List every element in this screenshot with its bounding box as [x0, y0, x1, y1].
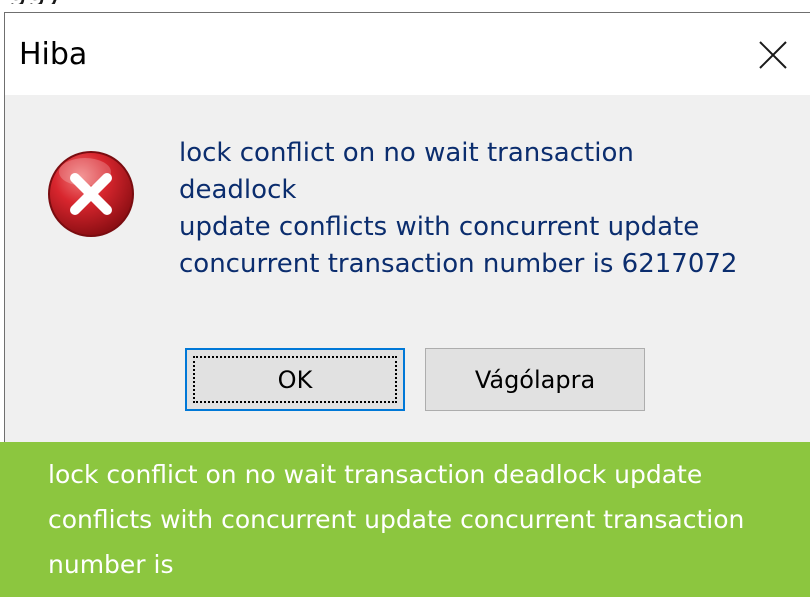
dialog-title: Hiba: [19, 37, 88, 72]
clipped-text-fragment: ggy: [0, 0, 810, 4]
message-line: concurrent transaction number is 6217072: [179, 249, 738, 279]
close-button[interactable]: [749, 31, 797, 79]
copy-button-label: Vágólapra: [474, 365, 596, 394]
error-icon: [48, 151, 134, 237]
error-dialog: Hiba lock conflict on no wait transactio…: [4, 12, 810, 442]
message-line: deadlock: [179, 175, 297, 205]
copy-to-clipboard-button[interactable]: Vágólapra: [425, 348, 645, 411]
banner-text: lock conflict on no wait transaction dea…: [48, 460, 745, 579]
title-bar: Hiba: [5, 13, 810, 95]
message-line: update conflicts with concurrent update: [179, 212, 700, 242]
focus-ring: [193, 356, 397, 403]
message-line: lock conflict on no wait transaction: [179, 138, 634, 168]
close-icon: [759, 41, 787, 69]
caption-banner: lock conflict on no wait transaction dea…: [0, 442, 810, 597]
ok-button[interactable]: OK: [185, 348, 405, 411]
error-message: lock conflict on no wait transaction dea…: [179, 135, 799, 283]
